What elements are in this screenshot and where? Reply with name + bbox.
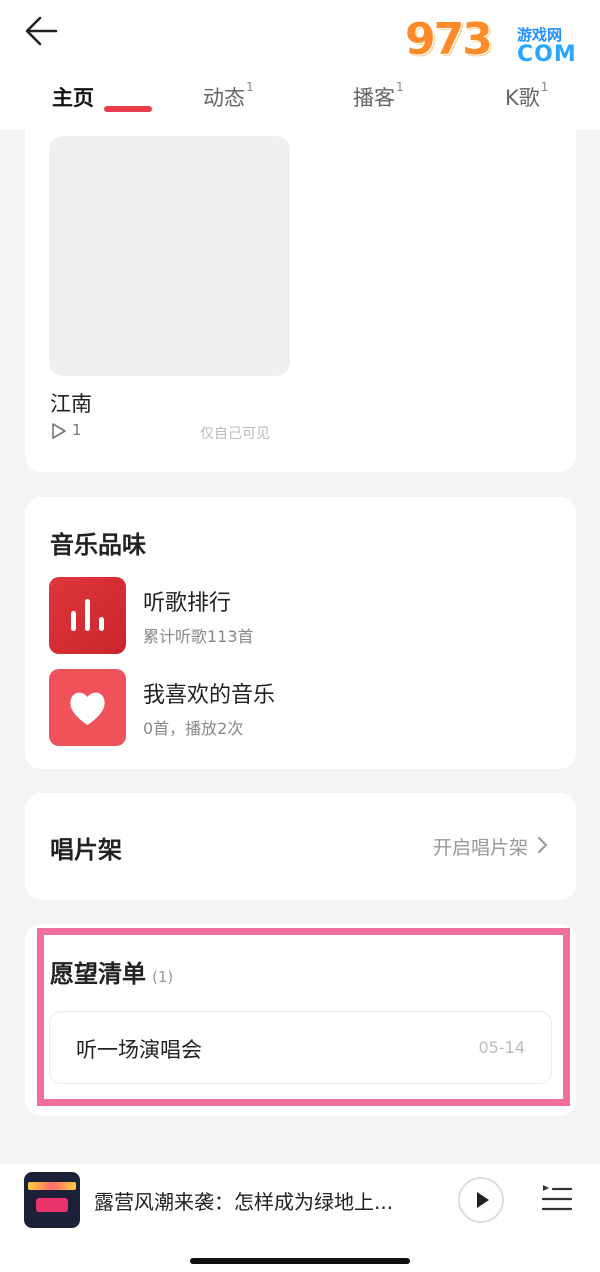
item-subtitle: 累计听歌113首 [143,627,254,646]
wishlist-title: 愿望清单 [50,960,146,988]
tab-badge: 1 [396,80,404,94]
liked-tile [49,669,126,746]
play-count: 1 [72,421,82,439]
tab-badge: 1 [246,80,254,94]
tab-active-indicator [104,106,152,112]
item-subtitle: 0首，播放2次 [143,719,244,738]
watermark-logo: 973 游戏网 COM [405,8,585,78]
thumb-decoration [28,1182,76,1190]
playlist-button[interactable] [541,1182,573,1214]
visibility-label: 仅自己可见 [200,426,270,442]
list-item-ranking[interactable]: 听歌排行 累计听歌113首 [49,577,549,655]
section-title: 愿望清单 (1) [50,954,173,989]
wishlist-card: 愿望清单 (1) 听一场演唱会 05-14 [25,924,576,1116]
song-title[interactable]: 江南 [50,388,92,418]
home-indicator [190,1258,410,1264]
top-bar: 973 游戏网 COM 主页 动态1 播客1 K歌1 [0,0,600,130]
tab-podcast[interactable]: 播客1 [353,80,404,112]
playlist-icon [541,1185,573,1211]
item-label: 听歌排行 [143,591,232,616]
tab-bar: 主页 动态1 播客1 K歌1 [0,80,600,122]
tab-label: 主页 [52,86,94,110]
thumb-decoration [36,1198,68,1212]
ranking-tile [49,577,126,654]
wishlist-count: (1) [152,968,174,986]
section-title: 音乐品味 [50,531,146,559]
back-button[interactable] [22,12,62,52]
logo-com: COM [517,42,577,67]
song-cover[interactable] [49,136,290,376]
tab-label: 播客 [353,86,395,110]
item-label: 我喜欢的音乐 [143,683,276,708]
open-record-shelf-link[interactable]: 开启唱片架 [433,833,548,860]
mini-player[interactable]: 露营风潮来袭：怎样成为绿地上... [0,1164,600,1272]
wish-label: 听一场演唱会 [76,1038,202,1062]
music-taste-card: 音乐品味 听歌排行 累计听歌113首 我喜欢的音乐 0首，播放2次 [25,497,576,769]
play-triangle-icon [52,423,66,439]
player-thumbnail[interactable] [24,1172,80,1228]
play-button[interactable] [458,1177,504,1223]
tab-home[interactable]: 主页 [52,82,152,112]
bar-chart-icon [71,599,104,631]
record-shelf-card: 唱片架 开启唱片架 [25,793,576,900]
player-title[interactable]: 露营风潮来袭：怎样成为绿地上... [94,1186,424,1215]
section-title: 唱片架 [50,836,122,864]
wishlist-item[interactable]: 听一场演唱会 05-14 [49,1011,552,1084]
tab-label: 动态 [203,86,245,110]
heart-icon [70,692,105,725]
logo-digits: 973 [405,14,493,65]
back-arrow-icon [25,16,58,46]
list-item-liked-music[interactable]: 我喜欢的音乐 0首，播放2次 [49,669,549,747]
wish-date: 05-14 [478,1038,526,1057]
tab-badge: 1 [540,80,549,94]
song-card: 江南 1 仅自己可见 [25,118,576,472]
play-icon [477,1192,489,1208]
tab-karaoke[interactable]: K歌1 [505,80,549,112]
tab-feed[interactable]: 动态1 [203,80,254,112]
chevron-right-icon [536,836,548,859]
tab-label: K歌 [505,86,540,110]
link-label: 开启唱片架 [432,837,528,859]
